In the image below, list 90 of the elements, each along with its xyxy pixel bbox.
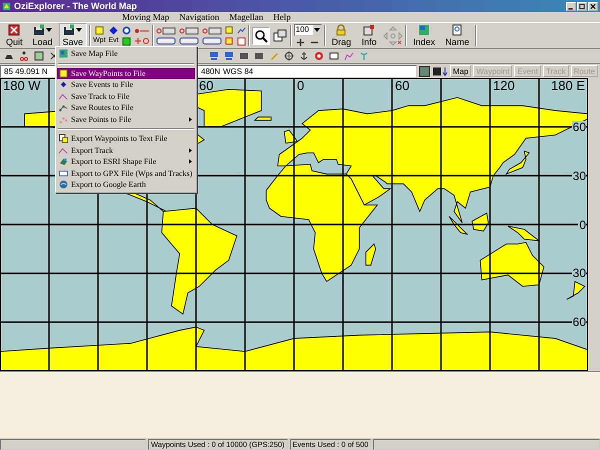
menu-item[interactable]: Export to Google Earth — [57, 179, 196, 190]
toolbar-button[interactable]: Index — [409, 23, 440, 48]
menu-bar-item[interactable]: Help — [273, 12, 291, 22]
square-icon[interactable] — [122, 36, 131, 46]
menu-item[interactable]: Export Waypoints to Text File — [57, 133, 196, 144]
person-icon[interactable] — [19, 51, 29, 61]
datum-text: WGS 84 — [223, 66, 254, 76]
chart-icon[interactable] — [236, 26, 246, 34]
toolbar-button[interactable]: Save — [58, 23, 88, 48]
zoom-dropdown[interactable]: 100 — [294, 24, 322, 36]
menu-item[interactable]: Save Routes to File — [57, 102, 196, 114]
latitude-label: 60 — [572, 316, 586, 328]
menu-bar-item[interactable]: Magellan — [229, 12, 264, 22]
latitude-label: 30 — [572, 267, 586, 280]
menu-item[interactable]: Export to ESRI Shape File — [57, 156, 196, 168]
longitude-label: 0 — [297, 79, 304, 93]
longitude-label: 180 E — [551, 79, 585, 93]
shape-icon — [59, 157, 68, 166]
textfile-icon — [59, 134, 68, 144]
close-button[interactable] — [588, 2, 598, 10]
toolbar-button[interactable]: Quit — [2, 23, 27, 48]
window-icon — [363, 24, 376, 36]
show-hide-icon[interactable] — [156, 36, 176, 44]
menu-item[interactable]: Save WayPoints to File — [57, 68, 196, 79]
show-hide-icon[interactable] — [202, 36, 222, 44]
menu-item[interactable]: Export to GPX File (Wps and Tracks) — [57, 168, 196, 179]
padlock-icon — [335, 24, 348, 36]
menu-item[interactable]: Export Track — [57, 144, 196, 156]
list-icon[interactable] — [236, 36, 246, 46]
show-hide-icon[interactable] — [202, 26, 222, 34]
gps-icon[interactable] — [209, 51, 219, 61]
zoom-in-icon[interactable] — [296, 38, 306, 47]
submenu-arrow-icon — [189, 148, 192, 153]
menu-item[interactable]: Save Map File — [57, 48, 196, 60]
menu-item[interactable]: Save Points to File — [57, 114, 196, 125]
menu-item[interactable]: Save Events to File — [57, 79, 196, 90]
caret-icon — [46, 28, 52, 32]
show-hide-icon[interactable] — [178, 26, 199, 34]
window-title: OziExplorer - The World Map — [14, 1, 137, 11]
track-icon[interactable] — [134, 26, 150, 34]
dropdown-arrow-icon — [312, 25, 321, 35]
menu-item[interactable]: Save Track to File — [57, 90, 196, 102]
search-icon[interactable] — [252, 26, 270, 44]
diamond-icon — [59, 80, 68, 90]
caret-icon — [76, 28, 82, 32]
close-icon — [589, 2, 597, 10]
toolbar-button[interactable]: Drag — [328, 23, 356, 48]
show-hide-icon[interactable] — [156, 26, 176, 34]
map-icon — [418, 24, 430, 36]
globe-icon — [59, 180, 68, 190]
longitude-label: 60 — [198, 79, 214, 93]
toolbar-button[interactable]: Load — [28, 23, 57, 48]
map-icon — [59, 49, 68, 58]
submenu-arrow-icon — [189, 159, 192, 164]
track-icon — [59, 146, 68, 155]
menu-bar-item[interactable]: Navigation — [179, 12, 220, 22]
maximize-button[interactable] — [577, 2, 587, 10]
gps-icon[interactable] — [224, 51, 234, 61]
longitude-label: 180 W — [3, 79, 41, 93]
buoy-icon[interactable] — [314, 51, 324, 61]
submenu-arrow-icon — [189, 116, 192, 122]
anchor-icon[interactable] — [299, 51, 309, 61]
latitude-label: 0 — [578, 218, 586, 230]
show-hide-icon[interactable] — [178, 36, 199, 44]
maximize-icon — [578, 2, 586, 10]
target-icon[interactable] — [284, 51, 294, 61]
waypoint-icon[interactable] — [94, 26, 104, 35]
photo-icon[interactable] — [418, 66, 430, 76]
coordinate-text: 480N — [201, 66, 222, 76]
square-icon[interactable] — [34, 51, 44, 61]
chart-icon[interactable] — [344, 51, 354, 61]
windows-icon[interactable] — [272, 28, 288, 44]
gpx-icon — [59, 168, 68, 178]
wpt-icon — [59, 68, 68, 78]
longitude-label: 120 — [493, 79, 515, 93]
route-icon — [59, 103, 68, 112]
toolbar-button[interactable]: Info — [357, 23, 382, 48]
circle-icon[interactable] — [122, 26, 131, 34]
save-down-icon[interactable] — [432, 66, 448, 76]
view-button[interactable]: Map — [450, 65, 472, 77]
menu-bar-item[interactable]: Moving Map — [122, 12, 170, 22]
track-icon — [59, 92, 68, 101]
longitude-label: 60 — [394, 79, 410, 93]
latitude-text: 85 49.091 N — [4, 66, 48, 76]
app-icon — [2, 2, 11, 10]
points-icon — [59, 114, 68, 124]
minimize-button[interactable] — [566, 2, 576, 10]
diamond-icon[interactable] — [109, 26, 118, 35]
box-icon[interactable] — [329, 51, 339, 61]
toolbar-button[interactable]: Name — [441, 23, 474, 48]
